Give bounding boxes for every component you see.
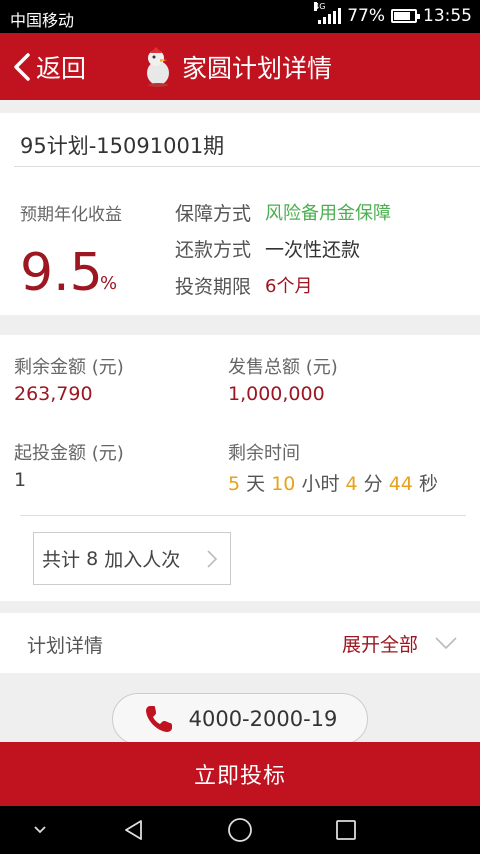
participants-suffix: 加入人次 (104, 549, 181, 571)
back-button[interactable]: 返回 (12, 33, 86, 100)
hours: 10 (271, 473, 296, 495)
clock: 13:55 (423, 6, 472, 26)
plan-details-row: 计划详情 展开全部 (0, 613, 480, 673)
repayment-row: 还款方式 一次性还款 (175, 235, 360, 262)
signal-icon: 4G (314, 2, 342, 24)
circle-home-icon (228, 818, 252, 842)
guarantee-value: 风险备用金保障 (265, 203, 392, 224)
days-unit: 天 (246, 473, 266, 495)
status-right: 4G 77% 13:55 (314, 2, 472, 26)
total-label: 发售总额 (元) (228, 357, 338, 378)
system-recents-button[interactable] (322, 806, 370, 854)
participants-button[interactable]: 共计 8 加入人次 (33, 532, 231, 585)
participants-prefix: 共计 (42, 549, 81, 571)
expand-all-label: 展开全部 (341, 633, 418, 656)
rate-label: 预期年化收益 (20, 205, 122, 225)
guarantee-row: 保障方式 风险备用金保障 (175, 199, 391, 226)
mascot-logo-icon (147, 46, 169, 87)
invest-now-button[interactable]: 立即投标 (0, 742, 480, 806)
plan-name: 95计划-15091001期 (20, 134, 225, 158)
phone-icon (145, 706, 172, 732)
remaining-label: 剩余金额 (元) (14, 357, 124, 378)
repayment-value: 一次性还款 (265, 239, 361, 261)
divider (20, 515, 466, 516)
system-home-button[interactable] (216, 806, 264, 854)
days: 5 (228, 473, 241, 495)
time-left-label: 剩余时间 (228, 443, 300, 464)
nav-bar: 返回 家圆计划详情 (0, 33, 480, 100)
hotline-number: 4000-2000-19 (188, 707, 338, 731)
battery-percent: 77% (347, 6, 385, 26)
divider (14, 166, 480, 167)
hours-unit: 小时 (301, 473, 340, 495)
carrier-name: 中国移动 (10, 11, 75, 30)
term-value: 6个月 (265, 276, 313, 297)
chevron-down-icon (435, 637, 457, 650)
repayment-label: 还款方式 (175, 239, 252, 261)
seconds: 44 (388, 473, 413, 495)
page-title-group: 家圆计划详情 (140, 33, 332, 100)
page-title: 家圆计划详情 (182, 53, 333, 83)
countdown: 5 天 10 小时 4 分 44 秒 (228, 469, 438, 496)
minutes-unit: 分 (363, 473, 383, 495)
remaining-amount: 263,790 (14, 383, 93, 405)
guarantee-label: 保障方式 (175, 203, 252, 225)
hide-nav-button[interactable] (20, 806, 60, 854)
participants-count: 8 (86, 547, 99, 570)
triangle-back-icon (125, 820, 142, 840)
back-label: 返回 (36, 53, 87, 83)
chevron-down-icon (34, 826, 46, 834)
square-recents-icon (336, 820, 356, 840)
network-type: 4G (314, 2, 326, 11)
plan-details-label: 计划详情 (27, 635, 104, 657)
expand-all-button[interactable]: 展开全部 (342, 613, 458, 673)
plan-summary-card: 95计划-15091001期 预期年化收益 9.5 % 保障方式 风险备用金保障… (0, 113, 480, 315)
term-label: 投资期限 (175, 276, 252, 298)
total-amount: 1,000,000 (228, 383, 325, 405)
term-row: 投资期限 6个月 (175, 272, 312, 299)
system-back-button[interactable] (110, 806, 158, 854)
system-nav-bar (0, 806, 480, 854)
min-invest-label: 起投金额 (元) (14, 443, 124, 464)
amounts-card: 剩余金额 (元) 263,790 发售总额 (元) 1,000,000 起投金额… (0, 335, 480, 601)
min-invest-amount: 1 (14, 469, 27, 491)
status-bar: 中国移动 4G 77% 13:55 (0, 0, 480, 33)
chevron-right-icon (207, 550, 218, 568)
battery-icon (391, 9, 420, 23)
minutes: 4 (345, 473, 358, 495)
hotline-button[interactable]: 4000-2000-19 (112, 693, 368, 745)
expected-rate: 9.5 (20, 243, 103, 303)
seconds-unit: 秒 (418, 473, 438, 495)
rate-unit: % (100, 273, 118, 294)
chevron-left-icon (14, 52, 30, 81)
